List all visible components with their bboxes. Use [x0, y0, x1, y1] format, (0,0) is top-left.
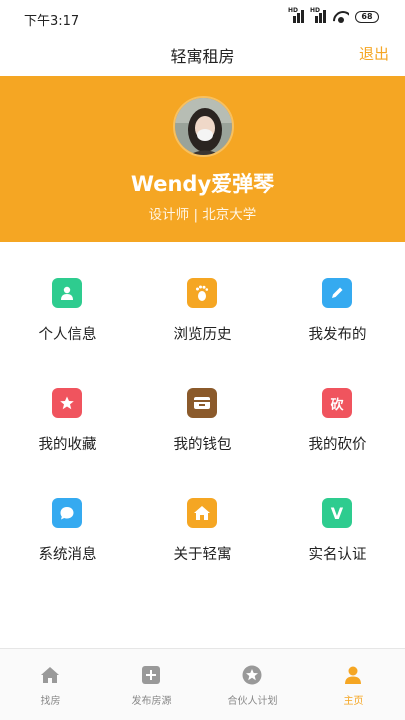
menu-item-personal-info[interactable]: 个人信息: [0, 242, 135, 352]
menu-grid: 个人信息 浏览历史 我发布的 我的收藏 我的钱包 砍 我的砍价 系统消息 关于轻…: [0, 242, 405, 642]
menu-label: 我的砍价: [308, 437, 367, 453]
menu-label: 我发布的: [308, 327, 367, 343]
home-icon: [40, 665, 60, 685]
wifi-icon: [333, 11, 349, 23]
menu-label: 我的收藏: [38, 437, 97, 453]
menu-label: 浏览历史: [173, 327, 232, 343]
tab-home-page[interactable]: 主页: [303, 649, 404, 720]
wallet-icon: [187, 388, 217, 418]
page-title: 轻寓租房: [170, 47, 235, 66]
status-icons: HD HD 68: [288, 7, 379, 23]
signal-icon-2: HD: [310, 7, 327, 23]
status-time: 下午3:17: [24, 14, 80, 29]
menu-label: 我的钱包: [173, 437, 232, 453]
menu-item-wallet[interactable]: 我的钱包: [135, 352, 270, 462]
tab-label: 发布房源: [131, 696, 172, 707]
menu-item-my-posts[interactable]: 我发布的: [270, 242, 405, 352]
tab-find-house[interactable]: 找房: [0, 649, 101, 720]
menu-label: 关于轻寓: [173, 547, 232, 563]
tab-publish[interactable]: 发布房源: [101, 649, 202, 720]
bottom-tab-bar: 找房 发布房源 合伙人计划 主页: [0, 648, 405, 720]
plus-icon: [141, 665, 161, 685]
tab-label: 合伙人计划: [227, 696, 278, 707]
profile-banner: Wendy爱弹琴 设计师 | 北京大学: [0, 76, 405, 242]
user-description: 设计师 | 北京大学: [148, 207, 257, 223]
signal-icon: HD: [288, 7, 305, 23]
logout-button[interactable]: 退出: [359, 43, 389, 64]
star-icon: [52, 388, 82, 418]
tab-label: 找房: [40, 696, 61, 707]
partner-star-icon: [242, 665, 262, 685]
avatar[interactable]: [173, 96, 234, 157]
menu-item-about[interactable]: 关于轻寓: [135, 462, 270, 572]
menu-item-verification[interactable]: V 实名认证: [270, 462, 405, 572]
battery-icon: 68: [355, 10, 379, 23]
person-icon: [52, 278, 82, 308]
menu-item-favorites[interactable]: 我的收藏: [0, 352, 135, 462]
bargain-icon: 砍: [322, 388, 352, 418]
message-icon: [52, 498, 82, 528]
menu-label: 实名认证: [308, 547, 367, 563]
app-header: 轻寓租房 退出: [0, 36, 405, 76]
menu-label: 个人信息: [38, 327, 97, 343]
menu-item-system-messages[interactable]: 系统消息: [0, 462, 135, 572]
menu-item-browse-history[interactable]: 浏览历史: [135, 242, 270, 352]
menu-item-bargain[interactable]: 砍 我的砍价: [270, 352, 405, 462]
tab-label: 主页: [343, 696, 364, 707]
user-icon: [343, 665, 363, 685]
status-bar: 下午3:17 HD HD 68: [0, 0, 405, 36]
menu-label: 系统消息: [38, 547, 97, 563]
verify-icon: V: [322, 498, 352, 528]
user-name: Wendy爱弹琴: [130, 172, 275, 196]
house-icon: [187, 498, 217, 528]
footprint-icon: [187, 278, 217, 308]
pencil-icon: [322, 278, 352, 308]
tab-partner-plan[interactable]: 合伙人计划: [202, 649, 303, 720]
